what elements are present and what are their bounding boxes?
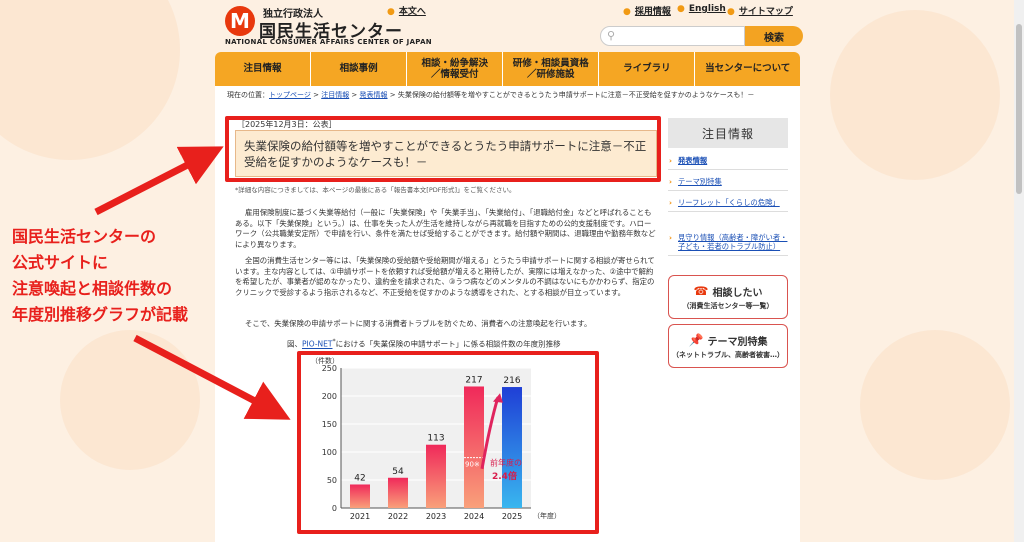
annotation-arrows: [94, 146, 291, 420]
scrollbar-thumb[interactable]: [1016, 24, 1022, 194]
arrow-to-title: [94, 146, 224, 216]
arrow-to-chart: [133, 334, 291, 420]
scrollbar[interactable]: [1014, 0, 1024, 542]
